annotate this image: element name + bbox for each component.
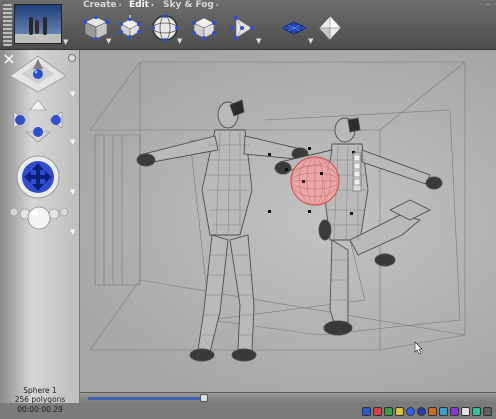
scale-cage-icon[interactable] <box>190 14 218 42</box>
tray-app-icon[interactable] <box>472 406 481 416</box>
menu-edit-label: Edit <box>129 0 149 10</box>
3d-viewport[interactable] <box>80 50 496 392</box>
object-name: Sphere 1 <box>23 386 57 395</box>
scene-wireframe <box>89 61 466 362</box>
move-arrows-control[interactable] <box>6 154 70 200</box>
menu-create-label: Create <box>83 0 117 10</box>
pyramid-points-icon[interactable] <box>228 14 256 42</box>
timeline-progress <box>88 397 204 400</box>
zoom-dropdown-icon[interactable]: ▼ <box>70 228 75 236</box>
tray-app-icon[interactable] <box>395 406 404 416</box>
tray-app-icon[interactable] <box>384 406 393 416</box>
menu-sky-fog-label: Sky & Fog <box>163 0 214 10</box>
object-info: Sphere 1 256 polygons <box>0 386 80 404</box>
menu-create[interactable]: Create › <box>83 0 122 10</box>
menu-edit[interactable]: Edit › <box>129 0 154 10</box>
current-time: 00:00:00.29 <box>17 405 63 414</box>
zoom-sphere-control[interactable] <box>6 200 70 236</box>
camera-controls-panel: ▼ ▼ ▼ ▼ <box>0 50 80 403</box>
top-toolbar: ▼ Create › Edit › Sky & Fog › ▼ ▼ ▼ ▼ – <box>0 0 496 50</box>
grid-dropdown-icon[interactable]: ▼ <box>308 37 313 45</box>
pyramid-dropdown-icon[interactable]: ▼ <box>256 37 261 45</box>
menu-sky-fog[interactable]: Sky & Fog › <box>163 0 219 10</box>
dolly-dropdown-icon[interactable]: ▼ <box>70 138 75 146</box>
tray-app-icon[interactable] <box>417 406 426 416</box>
application-window: ▼ Create › Edit › Sky & Fog › ▼ ▼ ▼ ▼ – … <box>0 0 496 419</box>
move-vertices-icon[interactable] <box>116 14 144 42</box>
minimize-button[interactable]: – <box>483 1 493 9</box>
tray-app-icon[interactable] <box>461 406 470 416</box>
pan-dropdown-icon[interactable]: ▼ <box>70 90 75 98</box>
tray-app-icon[interactable] <box>406 406 415 416</box>
diamond-icon[interactable] <box>316 14 344 42</box>
pan-view-control[interactable] <box>6 54 70 94</box>
system-tray <box>362 405 492 417</box>
move-dropdown-icon[interactable]: ▼ <box>70 188 75 196</box>
timeline-bar[interactable] <box>80 392 496 403</box>
toolbar-grip-handle[interactable] <box>3 4 12 46</box>
tray-app-icon[interactable] <box>483 406 492 416</box>
sphere-cage-icon[interactable] <box>151 14 179 42</box>
tray-app-icon[interactable] <box>362 406 371 416</box>
tray-app-icon[interactable] <box>450 406 459 416</box>
timeline-scrubber[interactable] <box>200 394 208 402</box>
cube-dropdown-icon[interactable]: ▼ <box>106 37 111 45</box>
grid-mesh-icon[interactable] <box>280 14 308 42</box>
tray-app-icon[interactable] <box>439 406 448 416</box>
tray-app-icon[interactable] <box>373 406 382 416</box>
mouse-cursor-icon <box>414 341 423 355</box>
dolly-view-control[interactable] <box>6 98 70 144</box>
tray-app-icon[interactable] <box>428 406 437 416</box>
edit-tool-strip[interactable] <box>352 152 362 192</box>
scene-preview-thumbnail[interactable] <box>14 4 62 44</box>
thumbnail-dropdown-icon[interactable]: ▼ <box>63 38 68 46</box>
selected-sphere[interactable] <box>290 156 340 206</box>
sphere-cage-dropdown-icon[interactable]: ▼ <box>177 37 182 45</box>
